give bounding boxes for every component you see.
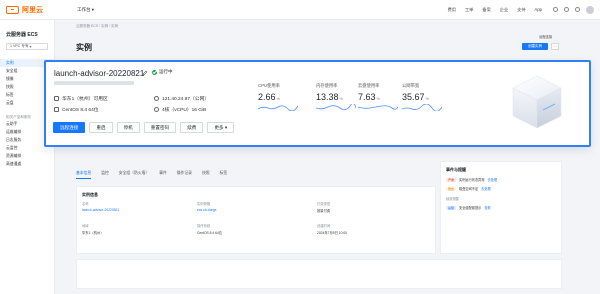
- top-bar: 阿里云 工作台 ▾ 费用 工单 备案 企业 支持 App: [0, 0, 600, 20]
- renew-button[interactable]: 续费: [180, 122, 204, 133]
- metric-label: 公网带宽: [402, 83, 420, 88]
- field-created: 创建时间 2024年7月5日 10:00: [317, 224, 348, 235]
- stop-button[interactable]: 停机: [116, 122, 140, 133]
- tab-basic-info[interactable]: 基本信息: [76, 171, 92, 179]
- field-name: 名称 launch-advisor-20220821: [82, 202, 120, 212]
- field-value: CentOS 8.4 64位: [197, 231, 223, 235]
- info-ip: 121.40.24.97（公网）: [154, 95, 209, 102]
- aliyun-logo-icon: [6, 5, 19, 14]
- field-spec: 实例规格 ecs.c6.xlarge: [197, 202, 217, 212]
- remote-connect-button[interactable]: 远程连接: [53, 122, 86, 133]
- sidebar-sub-item[interactable]: 高速通道: [6, 160, 54, 168]
- os-icon: [54, 107, 59, 112]
- field-billing: 付费类型 按量付费: [317, 202, 331, 213]
- tab-snapshots[interactable]: 快照: [202, 171, 210, 179]
- tab-monitoring[interactable]: 监控: [101, 171, 109, 179]
- event-row: 警告 磁盘空间不足 去处理: [446, 186, 491, 191]
- sparkline-cpu: [258, 105, 298, 111]
- top-link-support[interactable]: 支持: [517, 7, 525, 13]
- brand-logo[interactable]: 阿里云: [6, 5, 43, 15]
- event-action-link[interactable]: 查看: [484, 205, 490, 210]
- top-link-billing[interactable]: 费用: [448, 7, 456, 13]
- instance-info-panel: 实例信息 名称 launch-advisor-20220821 实例规格 ecs.c…: [76, 186, 436, 254]
- panel-title: 实例信息: [82, 192, 98, 197]
- avatar[interactable]: [586, 5, 594, 14]
- cpu-icon: [154, 107, 159, 112]
- severity-badge: 警告: [446, 186, 457, 191]
- top-link-app[interactable]: App: [535, 7, 542, 13]
- remote-connect-link[interactable]: 远程连接: [539, 34, 552, 39]
- info-os: CentOS 8.4 64位: [54, 106, 99, 113]
- tab-operation-log[interactable]: 操作记录: [177, 171, 192, 179]
- event-row: 严重 实例运行状态异常 去处理: [446, 177, 498, 182]
- instance-id-redacted: [54, 81, 134, 85]
- check-circle-icon: [152, 69, 157, 75]
- status-badge: 运行中: [152, 69, 173, 75]
- resource-group-select[interactable]: 1 VPC 专有 ▾: [6, 43, 48, 50]
- instance-summary-card: launch-advisor-20220821 运行中 华东1（杭州）可用区 1…: [44, 60, 591, 147]
- metric-label: CPU使用率: [258, 83, 280, 88]
- field-region: 地域 华东1（杭州）: [82, 224, 104, 235]
- top-link-icp[interactable]: 备案: [482, 7, 490, 13]
- brand-name: 阿里云: [22, 6, 43, 14]
- event-row: 提醒 安全组配置提示 查看: [446, 205, 491, 210]
- events-subtitle: 续费提醒: [446, 197, 459, 201]
- field-value: 2024年7月5日 10:00: [317, 231, 348, 235]
- more-options-button[interactable]: ···: [551, 43, 559, 50]
- metric-cpu: CPU使用率 2.66%: [258, 83, 318, 111]
- field-value: 按量付费: [317, 209, 331, 213]
- additional-info-panel: [76, 259, 562, 289]
- server-cube-illustration: [512, 75, 562, 129]
- events-title: 事件与提醒: [446, 167, 466, 172]
- breadcrumb: 云服务器 ECS / 实例 / 实例: [76, 24, 119, 28]
- sparkline-disk: [358, 105, 398, 110]
- instance-actions: 远程连接 重启 停机 重置密码 续费 更多 ▾: [53, 122, 235, 133]
- severity-badge: 提醒: [446, 205, 457, 210]
- info-spec: 4核（vCPU）16 GiB: [154, 106, 206, 113]
- info-region: 华东1（杭州）可用区: [54, 95, 108, 102]
- metric-bandwidth: 公网带宽 35.67%: [402, 83, 462, 111]
- field-os: 操作系统 CentOS 8.4 64位: [197, 224, 223, 235]
- reset-password-button[interactable]: 重置密码: [143, 122, 177, 133]
- tab-tags[interactable]: 标签: [220, 171, 228, 179]
- sparkline-memory: [316, 104, 356, 110]
- cart-icon[interactable]: [564, 7, 569, 12]
- globe-icon: [154, 96, 159, 101]
- field-value: 华东1（杭州）: [82, 231, 104, 235]
- sparkline-bandwidth: [402, 104, 442, 111]
- sidebar-title: 云服务器 ECS: [6, 32, 38, 38]
- more-actions-button[interactable]: 更多 ▾: [207, 122, 235, 133]
- create-instance-button[interactable]: 创建实例: [522, 43, 548, 50]
- top-link-tickets[interactable]: 工单: [465, 7, 473, 13]
- notification-icon[interactable]: [553, 7, 558, 12]
- events-panel: 事件与提醒 严重 实例运行状态异常 去处理 警告 磁盘空间不足 去处理 续费提醒…: [440, 161, 562, 254]
- field-value[interactable]: ecs.c6.xlarge: [197, 208, 216, 212]
- edit-icon[interactable]: [142, 70, 148, 76]
- metric-value: 2.66%: [258, 92, 281, 102]
- help-icon[interactable]: [575, 7, 580, 12]
- event-action-link[interactable]: 去处理: [481, 186, 491, 191]
- top-links: 费用 工单 备案 企业 支持 App: [448, 7, 542, 13]
- tab-events[interactable]: 事件: [159, 171, 167, 179]
- event-action-link[interactable]: 去处理: [488, 177, 498, 182]
- top-icons: [553, 5, 594, 14]
- severity-badge: 严重: [446, 177, 457, 182]
- tab-security-group[interactable]: 安全组（防火墙）: [119, 171, 149, 179]
- sidebar-sub-item[interactable]: 资源编排: [6, 152, 54, 160]
- metric-value: 35.67%: [402, 92, 430, 102]
- field-value[interactable]: launch-advisor-20220821: [82, 208, 119, 212]
- detail-tabs: 基本信息 监控 安全组（防火墙） 事件 操作记录 快照 标签: [76, 171, 227, 179]
- restart-button[interactable]: 重启: [89, 122, 113, 133]
- page-title: 实例: [76, 43, 92, 52]
- server-icon: [54, 96, 59, 101]
- workspace-switch[interactable]: 工作台 ▾: [77, 7, 94, 13]
- top-link-enterprise[interactable]: 企业: [500, 7, 508, 13]
- instance-name: launch-advisor-20220821: [54, 69, 145, 78]
